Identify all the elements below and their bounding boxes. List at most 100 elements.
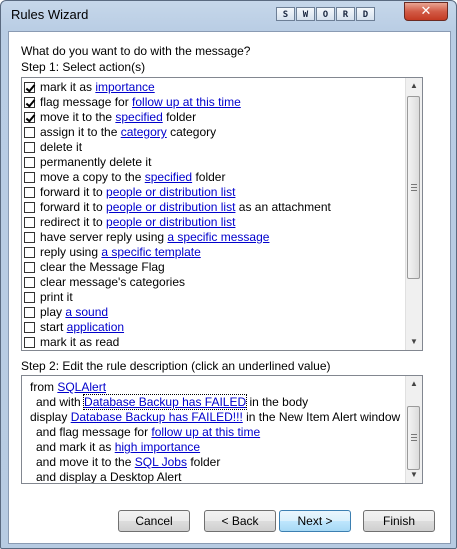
rule-line: from SQLAlert — [30, 380, 106, 395]
action-text: permanently delete it — [40, 155, 152, 169]
action-checkbox[interactable] — [24, 247, 35, 258]
action-link[interactable]: people or distribution list — [106, 185, 235, 200]
action-link[interactable]: people or distribution list — [106, 200, 235, 215]
grip-line — [411, 190, 417, 191]
action-checkbox[interactable] — [24, 277, 35, 288]
action-row[interactable]: clear message's categories — [24, 275, 185, 290]
action-checkbox[interactable] — [24, 172, 35, 183]
action-checkbox[interactable] — [24, 262, 35, 273]
action-row[interactable]: flag message for follow up at this time — [24, 95, 241, 110]
action-text: folder — [162, 110, 197, 124]
action-link[interactable]: application — [67, 320, 124, 335]
action-link[interactable]: a sound — [65, 305, 108, 320]
sword-r-button[interactable]: R — [336, 7, 355, 21]
action-link[interactable]: a specific template — [101, 245, 200, 260]
action-text: forward it to — [40, 200, 107, 214]
action-row[interactable]: delete it — [24, 140, 82, 155]
action-link[interactable]: follow up at this time — [132, 95, 241, 110]
rule-value-link[interactable]: SQLAlert — [57, 380, 106, 394]
action-text: print it — [40, 290, 73, 304]
action-checkbox[interactable] — [24, 127, 35, 138]
action-row[interactable]: forward it to people or distribution lis… — [24, 200, 331, 215]
action-row[interactable]: assign it to the category category — [24, 125, 216, 140]
action-link[interactable]: specified — [145, 170, 192, 185]
scroll-up-icon[interactable]: ▲ — [406, 78, 422, 94]
action-checkbox[interactable] — [24, 217, 35, 228]
action-row[interactable]: permanently delete it — [24, 155, 151, 170]
action-row[interactable]: print it — [24, 290, 73, 305]
sword-w-button[interactable]: W — [296, 7, 315, 21]
action-row[interactable]: clear the Message Flag — [24, 260, 165, 275]
action-checkbox[interactable] — [24, 322, 35, 333]
finish-button[interactable]: Finish — [363, 510, 435, 532]
action-text: mark it as read — [40, 335, 120, 349]
step2-label: Step 2: Edit the rule description (click… — [21, 359, 331, 373]
rule-value-link[interactable]: Database Backup has FAILED — [83, 394, 248, 410]
action-text: move it to the — [40, 110, 116, 124]
action-checkbox[interactable] — [24, 232, 35, 243]
actions-scrollbar[interactable]: ▲ ▼ — [405, 78, 422, 350]
action-row[interactable]: redirect it to people or distribution li… — [24, 215, 235, 230]
action-link[interactable]: category — [121, 125, 167, 140]
grip-line — [411, 440, 417, 441]
rule-text: and display a Desktop Alert — [36, 470, 182, 484]
action-checkbox[interactable] — [24, 112, 35, 123]
back-button[interactable]: < Back — [204, 510, 276, 532]
action-link[interactable]: people or distribution list — [106, 215, 235, 230]
scroll-up-icon[interactable]: ▲ — [406, 376, 422, 392]
action-row[interactable]: mark it as importance — [24, 80, 155, 95]
cancel-button[interactable]: Cancel — [118, 510, 190, 532]
action-checkbox[interactable] — [24, 157, 35, 168]
sword-o-button[interactable]: O — [316, 7, 335, 21]
scroll-down-icon[interactable]: ▼ — [406, 334, 422, 350]
action-text: have server reply using — [40, 230, 168, 244]
rule-text: and flag message for — [36, 425, 152, 439]
next-button[interactable]: Next > — [279, 510, 351, 532]
action-row[interactable]: move a copy to the specified folder — [24, 170, 225, 185]
action-link[interactable]: a specific message — [167, 230, 269, 245]
action-checkbox[interactable] — [24, 187, 35, 198]
scroll-down-icon[interactable]: ▼ — [406, 467, 422, 483]
action-row[interactable]: forward it to people or distribution lis… — [24, 185, 235, 200]
rule-line: and with Database Backup has FAILED in t… — [36, 394, 309, 410]
action-link[interactable]: importance — [95, 80, 154, 95]
description-scrollbar[interactable]: ▲ ▼ — [405, 376, 422, 483]
title-bar[interactable]: Rules Wizard S W O R D ✕ — [1, 1, 456, 31]
action-row[interactable]: start application — [24, 320, 124, 335]
rule-text: in the body — [246, 395, 309, 409]
rule-text: and move it to the — [36, 455, 135, 469]
scroll-thumb[interactable] — [407, 406, 420, 470]
action-row[interactable]: have server reply using a specific messa… — [24, 230, 269, 245]
action-checkbox[interactable] — [24, 307, 35, 318]
action-text: move a copy to the — [40, 170, 145, 184]
rule-value-link[interactable]: high importance — [115, 440, 200, 454]
action-link[interactable]: specified — [115, 110, 162, 125]
rule-line: and display a Desktop Alert — [36, 470, 182, 484]
rules-wizard-window: Rules Wizard S W O R D ✕ What do you wan… — [0, 0, 457, 549]
sword-s-button[interactable]: S — [276, 7, 295, 21]
close-button[interactable]: ✕ — [404, 2, 448, 21]
action-row[interactable]: mark it as read — [24, 335, 119, 350]
action-text: start — [40, 320, 67, 334]
rule-value-link[interactable]: SQL Jobs — [135, 455, 187, 469]
action-text: mark it as — [40, 80, 96, 94]
action-checkbox[interactable] — [24, 82, 35, 93]
action-row[interactable]: move it to the specified folder — [24, 110, 196, 125]
action-checkbox[interactable] — [24, 202, 35, 213]
rule-description-box: from SQLAlert and with Database Backup ha… — [21, 375, 423, 484]
action-checkbox[interactable] — [24, 337, 35, 348]
action-text: flag message for — [40, 95, 133, 109]
rule-line: and mark it as high importance — [36, 440, 200, 455]
rule-value-link[interactable]: Database Backup has FAILED!!! — [71, 410, 243, 424]
scroll-thumb[interactable] — [407, 96, 420, 279]
action-text: forward it to — [40, 185, 107, 199]
sword-d-button[interactable]: D — [356, 7, 375, 21]
step1-label: Step 1: Select action(s) — [21, 60, 146, 74]
action-checkbox[interactable] — [24, 97, 35, 108]
action-checkbox[interactable] — [24, 142, 35, 153]
action-row[interactable]: reply using a specific template — [24, 245, 201, 260]
rule-value-link[interactable]: follow up at this time — [151, 425, 260, 439]
action-checkbox[interactable] — [24, 292, 35, 303]
sword-toolbar: S W O R D — [276, 7, 376, 21]
action-row[interactable]: play a sound — [24, 305, 108, 320]
